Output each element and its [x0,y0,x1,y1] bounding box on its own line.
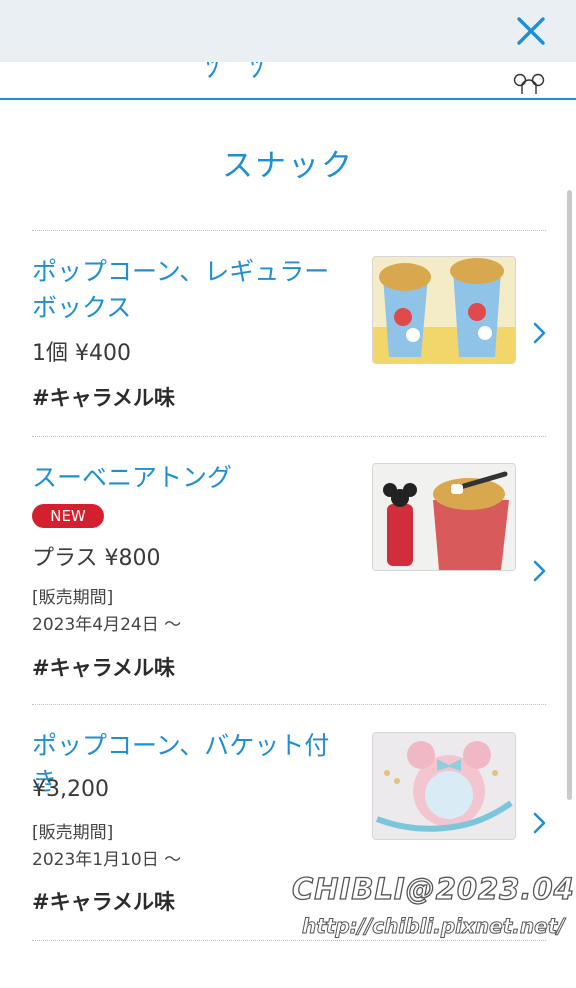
watermark-url: http://chibli.pixnet.net/ [302,914,566,939]
product-tag: #キャラメル味 [32,890,175,914]
partial-header: ﾂ ﾂ [0,62,576,100]
product-item[interactable]: ポップコーン、レギュラーボックス 1個 ¥400 #キャラメル味 [0,232,576,436]
product-image [372,463,516,571]
sale-period-label: [販売期間] [32,588,114,608]
divider [32,436,546,437]
product-tag: #キャラメル味 [32,386,175,410]
close-button[interactable] [508,8,554,54]
product-name[interactable]: スーベニアトング [32,460,352,496]
product-name[interactable]: ポップコーン、レギュラーボックス [32,254,352,326]
mickey-ears-icon [513,73,545,94]
product-item[interactable]: スーベニアトング NEW プラス ¥800 [販売期間] 2023年4月24日 … [0,438,576,704]
sale-period-value: 2023年1月10日 〜 [32,850,182,870]
divider [32,940,546,941]
chevron-right-icon [533,560,546,582]
sale-period-value: 2023年4月24日 〜 [32,615,182,635]
product-image [372,256,516,364]
sale-period-label: [販売期間] [32,823,114,843]
new-badge: NEW [32,504,104,528]
close-icon [517,17,545,45]
partial-title: ﾂ ﾂ [205,62,275,85]
product-price: ¥3,200 [32,777,109,802]
product-tag: #キャラメル味 [32,656,175,680]
divider [32,704,546,705]
top-bar [0,0,576,62]
product-price: プラス ¥800 [32,546,161,571]
chevron-right-icon [533,812,546,834]
product-price: 1個 ¥400 [32,341,131,366]
chevron-right-icon [533,322,546,344]
section-title: スナック [222,148,354,184]
divider [32,230,546,231]
watermark-title: CHIBLI@2023.04 [291,871,575,906]
product-image [372,732,516,840]
